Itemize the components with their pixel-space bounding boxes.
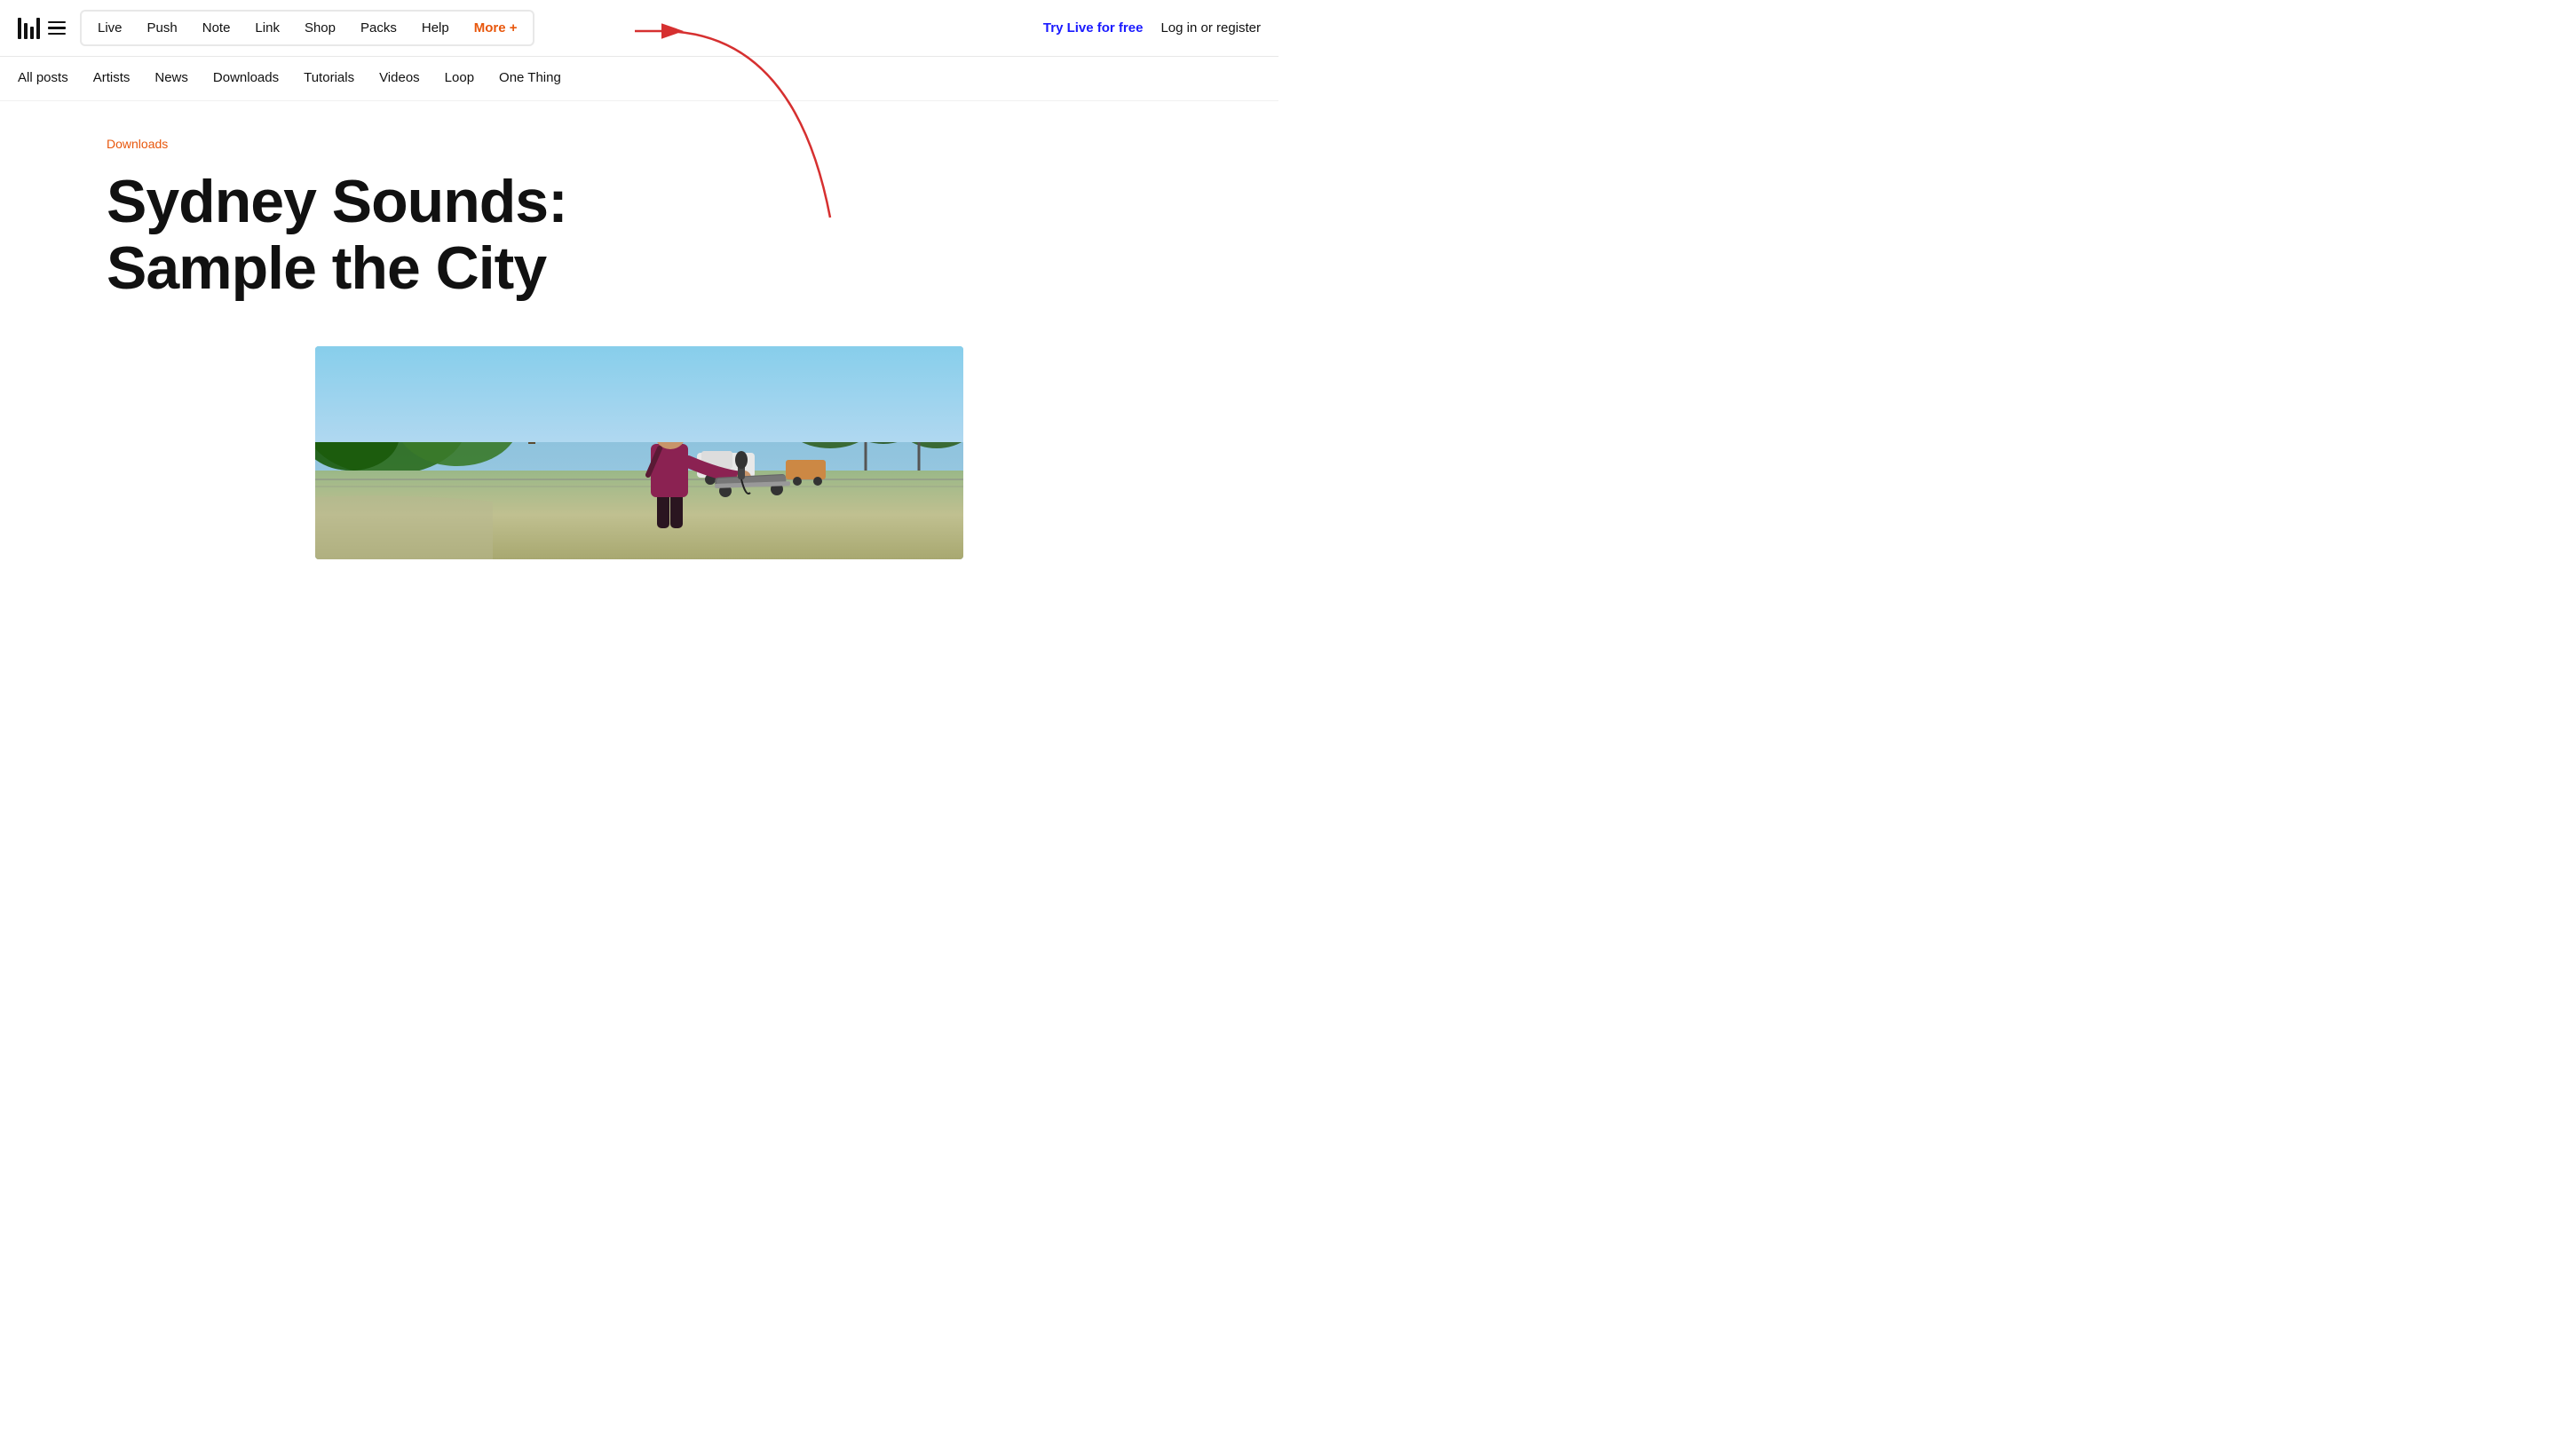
scene-sky xyxy=(315,346,963,442)
logo-bars xyxy=(18,18,40,39)
nav-shop[interactable]: Shop xyxy=(292,15,348,41)
hero-scene xyxy=(315,346,963,559)
category-label: Downloads xyxy=(107,137,1172,151)
subnav-downloads[interactable]: Downloads xyxy=(201,57,291,101)
article-title: Sydney Sounds: Sample the City xyxy=(107,169,772,302)
nav-help[interactable]: Help xyxy=(409,15,462,41)
nav-left-section: Live Push Note Link Shop Packs Help More… xyxy=(18,10,534,46)
subnav-tutorials[interactable]: Tutorials xyxy=(291,57,367,101)
hero-image xyxy=(315,346,963,559)
nav-more[interactable]: More + xyxy=(462,15,530,41)
nav-packs[interactable]: Packs xyxy=(348,15,409,41)
login-register-link[interactable]: Log in or register xyxy=(1160,20,1261,36)
try-live-button[interactable]: Try Live for free xyxy=(1043,20,1144,36)
nav-note[interactable]: Note xyxy=(190,15,243,41)
nav-live[interactable]: Live xyxy=(85,15,135,41)
subnav-all-posts[interactable]: All posts xyxy=(18,57,81,101)
ableton-logo[interactable] xyxy=(18,18,66,39)
hamburger-icon xyxy=(48,21,66,36)
main-content: Downloads Sydney Sounds: Sample the City xyxy=(0,101,1278,613)
nav-right-section: Try Live for free Log in or register xyxy=(1043,20,1261,36)
nav-link[interactable]: Link xyxy=(242,15,292,41)
subnav-artists[interactable]: Artists xyxy=(81,57,143,101)
top-navigation: Live Push Note Link Shop Packs Help More… xyxy=(0,0,1278,57)
subnav-news[interactable]: News xyxy=(142,57,201,101)
subnav-one-thing[interactable]: One Thing xyxy=(487,57,574,101)
sub-navigation: All posts Artists News Downloads Tutoria… xyxy=(0,57,1278,101)
main-nav-menu: Live Push Note Link Shop Packs Help More… xyxy=(80,10,534,46)
subnav-videos[interactable]: Videos xyxy=(367,57,432,101)
nav-push[interactable]: Push xyxy=(135,15,190,41)
subnav-loop[interactable]: Loop xyxy=(432,57,487,101)
